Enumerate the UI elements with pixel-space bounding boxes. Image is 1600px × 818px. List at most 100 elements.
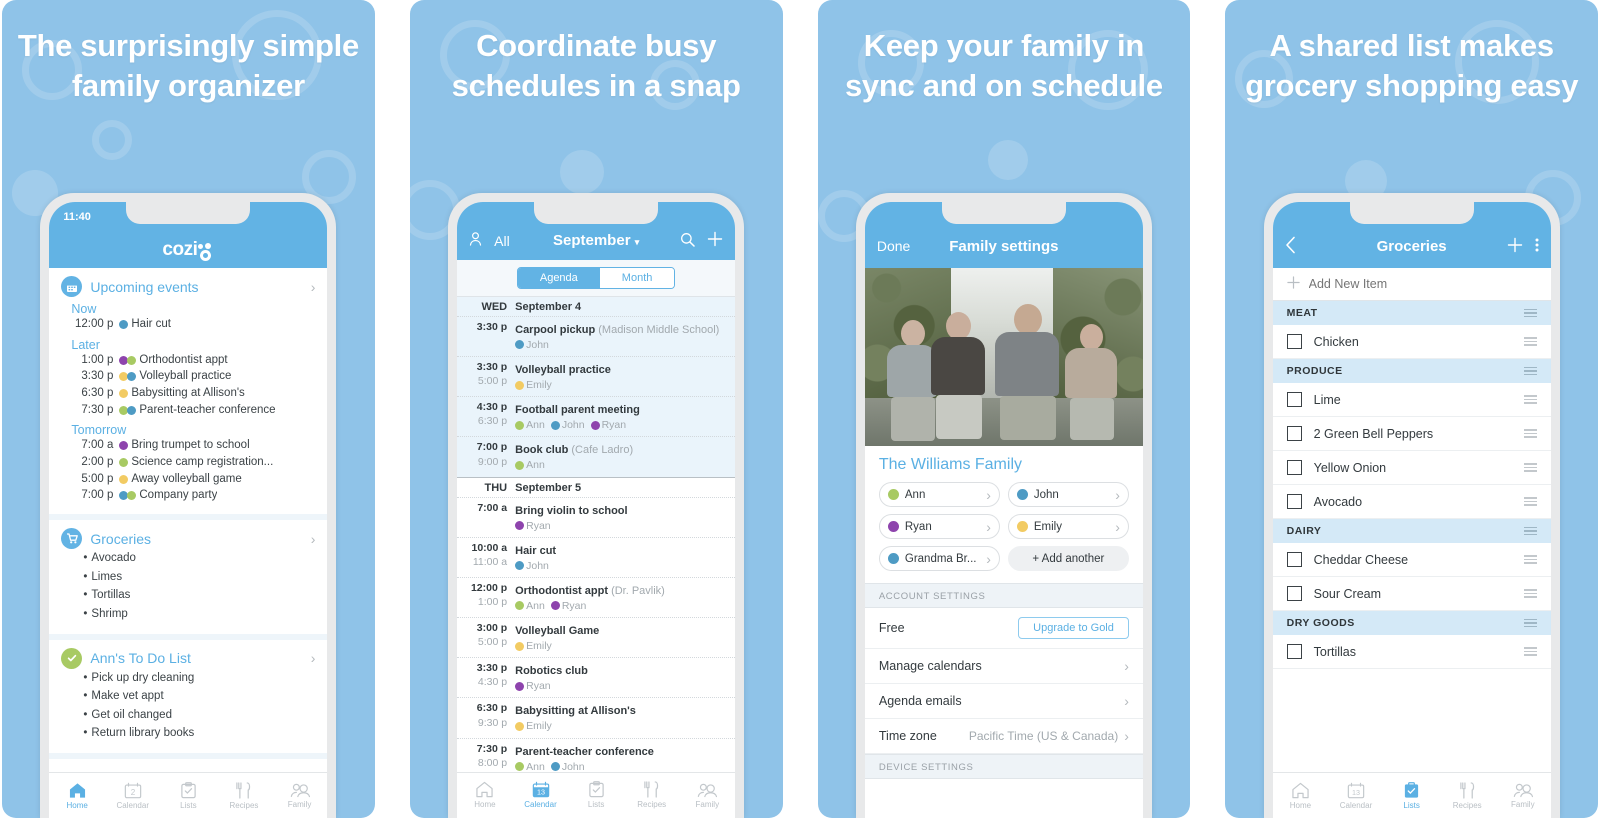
agenda-event-row[interactable]: 6:30 p 9:30 p Babysitting at Allison's Em… — [457, 697, 736, 737]
search-icon[interactable] — [680, 232, 695, 250]
item-checkbox[interactable] — [1286, 586, 1302, 601]
tab-family[interactable]: Family — [1495, 773, 1551, 818]
tab-lists[interactable]: Lists — [1384, 773, 1440, 818]
item-checkbox[interactable] — [1286, 644, 1302, 659]
drag-handle-icon[interactable] — [1523, 429, 1537, 438]
family-member-chip[interactable]: John › — [1007, 482, 1129, 507]
item-checkbox[interactable] — [1286, 494, 1302, 509]
settings-row-agenda-emails[interactable]: Agenda emails › — [864, 684, 1143, 719]
tab-calendar[interactable]: 13 Calendar — [513, 773, 569, 818]
agenda-event-row[interactable]: 4:30 p 6:30 p Football parent meeting Ann… — [457, 396, 736, 436]
drag-handle-icon[interactable] — [1523, 395, 1537, 404]
category-header[interactable]: PRODUCE — [1272, 359, 1551, 383]
drag-handle-icon[interactable] — [1523, 463, 1537, 472]
settings-row-manage-calendars[interactable]: Manage calendars › — [864, 649, 1143, 684]
event-row[interactable]: 12:00 p Hair cut — [61, 316, 315, 333]
grocery-item[interactable]: 2 Green Bell Peppers — [1272, 417, 1551, 451]
drag-handle-icon[interactable] — [1523, 618, 1537, 628]
agenda-event-row[interactable]: 3:00 p 5:00 p Volleyball Game Emily — [457, 617, 736, 657]
family-member-chip[interactable]: Grandma Br... › — [878, 546, 1000, 571]
drag-handle-icon[interactable] — [1523, 589, 1537, 598]
drag-handle-icon[interactable] — [1523, 308, 1537, 318]
event-row[interactable]: 1:00 p Orthodontist appt — [61, 352, 315, 369]
tab-label: Lists — [180, 800, 197, 810]
card-todo-list[interactable]: Ann's To Do List › Pick up dry cleaning … — [49, 639, 328, 760]
plus-icon[interactable] — [1507, 237, 1523, 256]
add-another-member-button[interactable]: + Add another — [1007, 546, 1129, 571]
grocery-item[interactable]: Cheddar Cheese — [1272, 543, 1551, 577]
tab-family[interactable]: Family — [680, 773, 736, 818]
add-new-item-row[interactable] — [1272, 268, 1551, 301]
drag-handle-icon[interactable] — [1523, 497, 1537, 506]
tab-recipes[interactable]: Recipes — [624, 773, 680, 818]
grocery-item[interactable]: Lime — [1272, 383, 1551, 417]
filter-all-button[interactable]: All — [469, 232, 523, 249]
more-vertical-icon[interactable] — [1535, 237, 1539, 256]
tab-home[interactable]: Home — [457, 773, 513, 818]
tab-recipes[interactable]: Recipes — [1439, 773, 1495, 818]
item-checkbox[interactable] — [1286, 334, 1302, 349]
agenda-event-row[interactable]: 12:00 p 1:00 p Orthodontist appt (Dr. Pav… — [457, 576, 736, 617]
category-header[interactable]: DRY GOODS — [1272, 611, 1551, 635]
tab-home[interactable]: Home — [1273, 773, 1329, 818]
drag-handle-icon[interactable] — [1523, 555, 1537, 564]
settings-row-plan[interactable]: Free Upgrade to Gold — [864, 608, 1143, 649]
view-segmented-control[interactable]: Agenda Month — [457, 259, 736, 297]
family-member-chip[interactable]: Emily › — [1007, 514, 1129, 539]
category-header[interactable]: MEAT — [1272, 301, 1551, 325]
tab-home[interactable]: Home — [49, 773, 105, 818]
agenda-event-row[interactable]: 7:30 p 8:00 p Parent-teacher conference A… — [457, 737, 736, 772]
done-button[interactable]: Done — [877, 238, 931, 254]
tab-lists[interactable]: Lists — [161, 773, 217, 818]
agenda-event-row[interactable]: 10:00 a 11:00 a Hair cut John — [457, 536, 736, 577]
agenda-event-row[interactable]: 7:00 a Bring violin to school Ryan — [457, 496, 736, 537]
month-selector[interactable]: September ▾ — [553, 232, 639, 249]
grocery-item[interactable]: Chicken — [1272, 325, 1551, 359]
back-button[interactable] — [1285, 236, 1339, 257]
card-groceries[interactable]: Groceries › Avocado Limes Tortillas Shri… — [49, 520, 328, 640]
item-checkbox[interactable] — [1286, 460, 1302, 475]
event-row[interactable]: 7:00 p Company party — [61, 487, 315, 504]
add-new-item-input[interactable] — [1308, 277, 1537, 291]
agenda-event-row[interactable]: 3:30 p 4:30 p Robotics club Ryan — [457, 657, 736, 697]
event-row[interactable]: 7:30 p Parent-teacher conference — [61, 402, 315, 419]
grocery-item[interactable]: Yellow Onion — [1272, 451, 1551, 485]
category-header[interactable]: DAIRY — [1272, 519, 1551, 543]
chevron-right-icon[interactable]: › — [311, 531, 316, 547]
agenda-event-row[interactable]: 7:00 p 9:00 p Book club (Cafe Ladro) Ann — [457, 436, 736, 476]
event-row[interactable]: 5:00 p Away volleyball game — [61, 471, 315, 488]
tab-calendar[interactable]: 2 Calendar — [105, 773, 161, 818]
upgrade-to-gold-button[interactable]: Upgrade to Gold — [1018, 617, 1129, 639]
grocery-item[interactable]: Sour Cream — [1272, 577, 1551, 611]
done-label: Done — [876, 238, 911, 254]
item-checkbox[interactable] — [1286, 426, 1302, 441]
event-row[interactable]: 6:30 p Babysitting at Allison's — [61, 385, 315, 402]
event-row[interactable]: 3:30 p Volleyball practice — [61, 368, 315, 385]
settings-row-time-zone[interactable]: Time zone Pacific Time (US & Canada) › — [864, 719, 1143, 754]
chevron-right-icon[interactable]: › — [311, 279, 316, 295]
agenda-event-row[interactable]: 3:30 p 5:00 p Volleyball practice Emily — [457, 356, 736, 396]
family-photo[interactable] — [864, 268, 1143, 446]
tab-recipes[interactable]: Recipes — [216, 773, 272, 818]
grocery-item[interactable]: Avocado — [1272, 485, 1551, 519]
grocery-item[interactable]: Tortillas — [1272, 635, 1551, 669]
drag-handle-icon[interactable] — [1523, 366, 1537, 376]
plus-icon[interactable] — [707, 231, 723, 250]
drag-handle-icon[interactable] — [1523, 337, 1537, 346]
item-checkbox[interactable] — [1286, 392, 1302, 407]
event-row[interactable]: 7:00 a Bring trumpet to school — [61, 437, 315, 454]
family-member-chip[interactable]: Ryan › — [878, 514, 1000, 539]
card-upcoming-events[interactable]: Upcoming events › Now 12:00 p Hair cut L… — [49, 268, 328, 521]
segment-month[interactable]: Month — [599, 267, 675, 288]
tab-lists[interactable]: Lists — [568, 773, 624, 818]
segment-agenda[interactable]: Agenda — [517, 267, 600, 288]
chevron-right-icon[interactable]: › — [311, 650, 316, 666]
drag-handle-icon[interactable] — [1523, 647, 1537, 656]
family-member-chip[interactable]: Ann › — [878, 482, 1000, 507]
tab-calendar[interactable]: 13 Calendar — [1328, 773, 1384, 818]
tab-family[interactable]: Family — [272, 773, 328, 818]
item-checkbox[interactable] — [1286, 552, 1302, 567]
drag-handle-icon[interactable] — [1523, 526, 1537, 536]
event-row[interactable]: 2:00 p Science camp registration... — [61, 454, 315, 471]
agenda-event-row[interactable]: 3:30 p Carpool pickup (Madison Middle Sc… — [457, 315, 736, 356]
